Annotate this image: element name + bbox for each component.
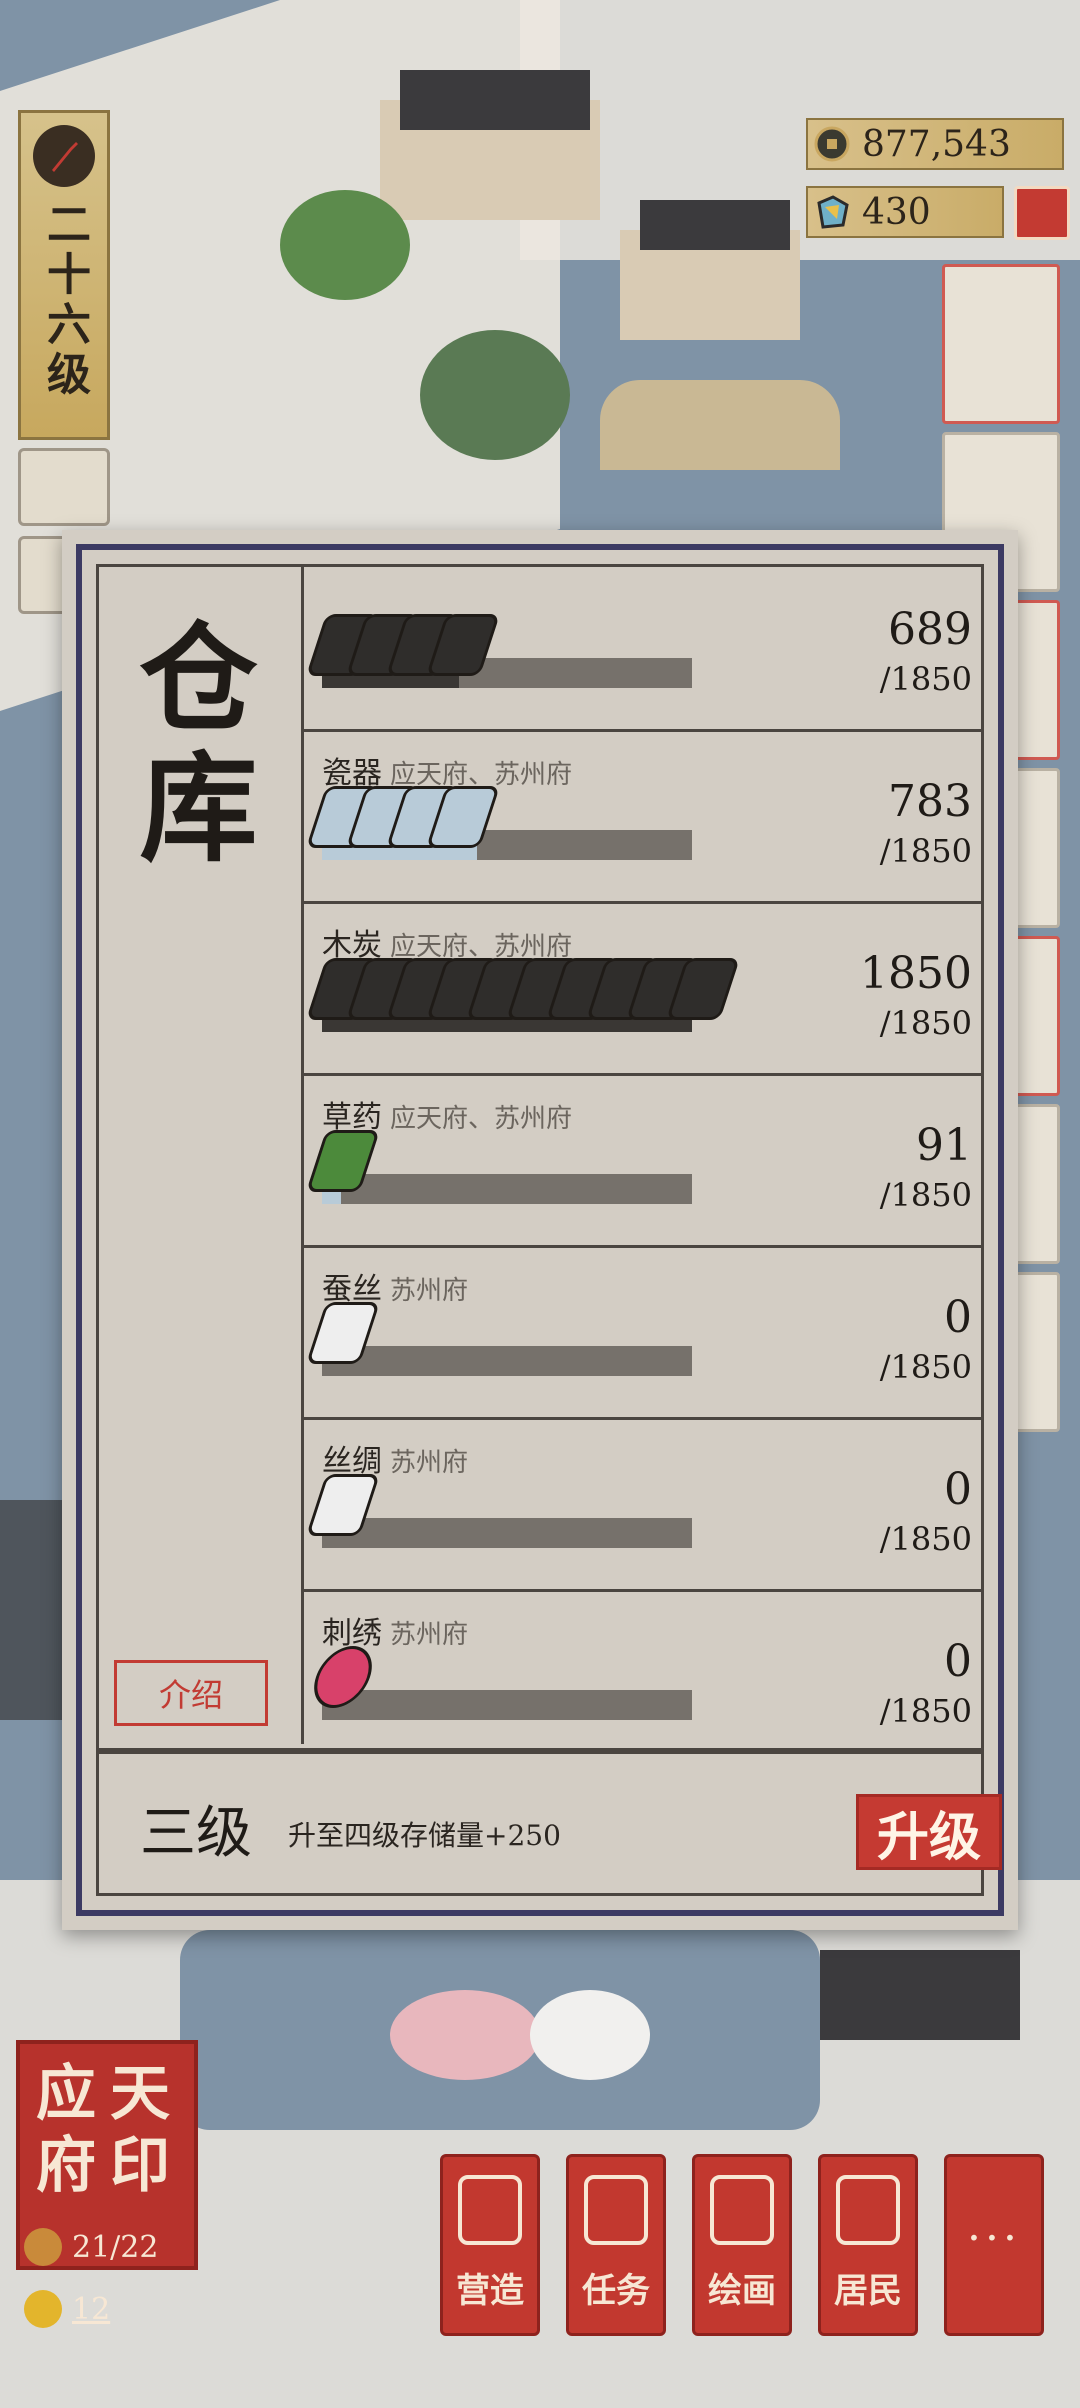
plum-tree — [390, 1990, 540, 2080]
bridge — [600, 380, 840, 470]
roof — [820, 1950, 1020, 2040]
player-level-badge[interactable]: 二十六级 — [18, 110, 110, 440]
goods-row[interactable]: 瓷器 应天府、苏州府 783/1850 — [302, 732, 982, 904]
stock-bar — [322, 1346, 692, 1376]
nav-tasks-button[interactable]: 任务 — [566, 2154, 666, 2336]
warehouse-panel: 仓库 介绍 689/1850 瓷器 应天府、苏州府 783/1850 木炭 应天府、苏州府… — [62, 530, 1018, 1930]
player-level: 二十六级 — [39, 201, 90, 401]
stock-current: 0 — [944, 1636, 972, 1687]
tree — [420, 330, 570, 460]
resident-icon — [24, 2228, 62, 2266]
snow-tree — [530, 1990, 650, 2080]
build-icon — [458, 2175, 522, 2245]
person-icon — [836, 2175, 900, 2245]
upgrade-button[interactable]: 升级 — [856, 1794, 1002, 1870]
stock-current: 0 — [944, 1292, 972, 1343]
nav-tasks-label: 任务 — [582, 2271, 650, 2311]
herb-icon — [305, 1130, 381, 1192]
warehouse-title: 仓库 — [139, 609, 258, 878]
silkworm-silk-icon — [305, 1302, 381, 1364]
stock-current: 91 — [916, 1120, 972, 1171]
gem-amount: 430 — [862, 191, 931, 233]
gem-counter[interactable]: 430 — [806, 186, 1004, 238]
roof — [0, 1500, 70, 1720]
ink-stick-icon — [305, 600, 501, 690]
porcelain-icon — [305, 772, 501, 862]
stock-current: 689 — [888, 604, 972, 655]
goods-sources: 苏州府 — [390, 1448, 469, 1478]
stock-current: 783 — [888, 776, 972, 827]
goods-row[interactable]: 丝绸 苏州府 0/1850 — [302, 1420, 982, 1592]
count-stat: 12 — [24, 2290, 110, 2328]
charcoal-icon — [305, 944, 741, 1034]
goods-row[interactable]: 689/1850 — [302, 564, 982, 732]
seal-char: 府 — [36, 2131, 96, 2201]
goods-list[interactable]: 689/1850 瓷器 应天府、苏州府 783/1850 木炭 应天府、苏州府 1850/1… — [302, 564, 1002, 1744]
scroll-icon — [584, 2175, 648, 2245]
gold-icon — [24, 2290, 62, 2328]
stock-bar — [322, 1690, 692, 1720]
shop-button[interactable] — [1014, 186, 1070, 240]
silkworm-silk-icon — [305, 1288, 381, 1378]
nav-residents-label: 居民 — [834, 2271, 902, 2311]
stock-bar — [322, 1174, 692, 1204]
goods-row[interactable]: 草药 应天府、苏州府 91/1850 — [302, 1076, 982, 1248]
stock-capacity: /1850 — [879, 1692, 972, 1730]
stock-capacity: /1850 — [879, 1176, 972, 1214]
more-icon: ··· — [967, 2213, 1021, 2264]
stock-capacity: /1850 — [879, 832, 972, 870]
intro-button[interactable]: 介绍 — [114, 1660, 268, 1726]
nav-more-button[interactable]: ··· — [944, 2154, 1044, 2336]
population-stat: 21/22 — [24, 2228, 158, 2266]
jade-gem-icon — [812, 192, 852, 232]
count-value: 12 — [72, 2291, 111, 2327]
nav-paint-label: 绘画 — [708, 2271, 776, 2311]
goods-sources: 苏州府 — [390, 1276, 469, 1306]
warehouse-level: 三级 — [140, 1801, 252, 1866]
title-column: 仓库 — [96, 564, 304, 1744]
side-menu-button[interactable] — [18, 448, 110, 526]
silk-cloth-icon — [305, 1474, 381, 1536]
roof — [640, 200, 790, 250]
seal-char: 天 — [110, 2059, 170, 2129]
nav-build-label: 营造 — [456, 2271, 524, 2311]
upgrade-footer: 三级 升至四级存储量+250 升级 — [96, 1748, 1002, 1902]
goods-sources: 苏州府 — [390, 1620, 469, 1650]
goods-row[interactable]: 木炭 应天府、苏州府 1850/1850 — [302, 904, 982, 1076]
stock-capacity: /1850 — [879, 1004, 972, 1042]
stock-capacity: /1850 — [879, 660, 972, 698]
coin-counter[interactable]: 877,543 — [806, 118, 1064, 170]
goods-row[interactable]: 刺绣 苏州府 0/1850 — [302, 1592, 982, 1744]
coin-amount: 877,543 — [862, 123, 1011, 165]
nav-build-button[interactable]: 营造 — [440, 2154, 540, 2336]
stock-current: 1850 — [860, 948, 972, 999]
seal-char: 应 — [36, 2059, 96, 2129]
goods-row[interactable]: 蚕丝 苏州府 0/1850 — [302, 1248, 982, 1420]
population-value: 21/22 — [72, 2229, 159, 2265]
embroidery-icon — [305, 1632, 381, 1722]
roof — [400, 70, 590, 130]
nav-residents-button[interactable]: 居民 — [818, 2154, 918, 2336]
silk-cloth-icon — [305, 1460, 381, 1550]
stock-current: 0 — [944, 1464, 972, 1515]
embroidery-icon — [305, 1646, 381, 1708]
nav-paint-button[interactable]: 绘画 — [692, 2154, 792, 2336]
upgrade-hint: 升至四级存储量+250 — [288, 1819, 561, 1852]
goods-sources: 应天府、苏州府 — [390, 1104, 573, 1134]
seal-char: 印 — [110, 2131, 170, 2201]
brush-icon — [33, 125, 95, 187]
stock-capacity: /1850 — [879, 1348, 972, 1386]
building-card[interactable] — [942, 264, 1060, 424]
stock-capacity: /1850 — [879, 1520, 972, 1558]
tree — [280, 190, 410, 300]
stock-bar — [322, 1518, 692, 1548]
brush-icon — [710, 2175, 774, 2245]
coin-icon — [812, 124, 852, 164]
herb-icon — [305, 1116, 381, 1206]
